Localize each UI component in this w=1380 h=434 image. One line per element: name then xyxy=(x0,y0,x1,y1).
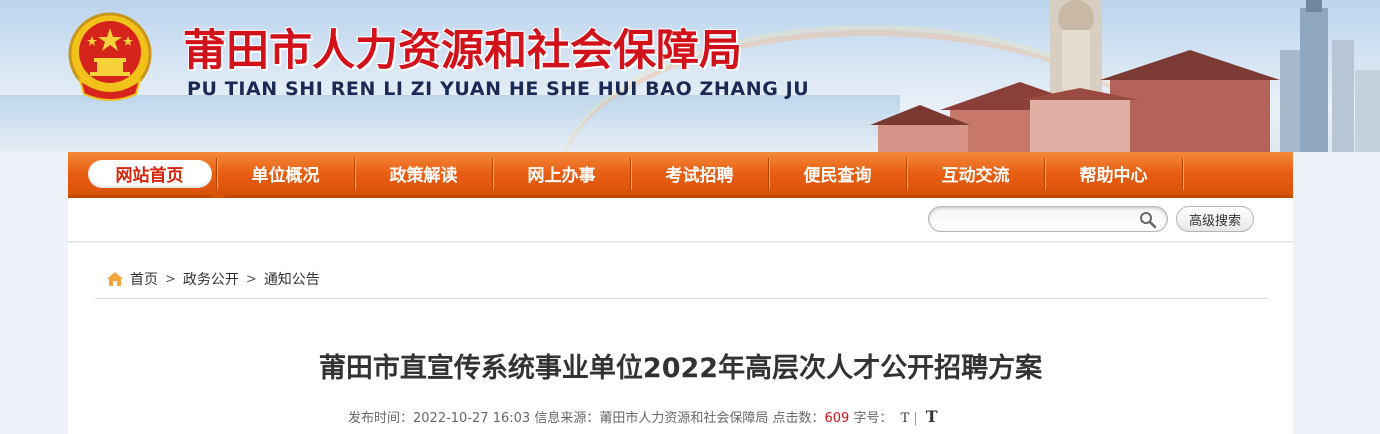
search-bar: 高级搜索 xyxy=(68,198,1293,242)
breadcrumb-home[interactable]: 首页 xyxy=(130,269,158,289)
nav-item-online-service[interactable]: 网上办事 xyxy=(493,152,630,195)
clicks-label: 点击数： xyxy=(772,411,825,426)
divider xyxy=(95,298,1267,299)
search-box xyxy=(928,206,1168,232)
source-label: 信息来源： xyxy=(534,411,600,426)
nav-item-policy[interactable]: 政策解读 xyxy=(355,152,492,195)
site-title: 莆田市人力资源和社会保障局 xyxy=(183,26,742,76)
site-pinyin: PU TIAN SHI REN LI ZI YUAN HE SHE HUI BA… xyxy=(187,78,810,100)
font-size-large-button[interactable]: T xyxy=(926,407,938,426)
nav-divider xyxy=(1182,158,1183,190)
city-landmark-illustration xyxy=(870,0,1380,152)
breadcrumb-separator: > xyxy=(165,271,176,287)
nav-item-query[interactable]: 便民查询 xyxy=(769,152,906,195)
breadcrumb: 首页 > 政务公开 > 通知公告 xyxy=(106,269,320,289)
nav-item-home[interactable]: 网站首页 xyxy=(81,152,218,195)
article-title: 莆田市直宣传系统事业单位2022年高层次人才公开招聘方案 xyxy=(318,353,1043,384)
header-banner: 莆田市人力资源和社会保障局 PU TIAN SHI REN LI ZI YUAN… xyxy=(0,0,1380,152)
publish-time-label: 发布时间： xyxy=(348,411,414,426)
click-count: 609 xyxy=(824,411,850,426)
nav-item-about[interactable]: 单位概况 xyxy=(217,152,354,195)
breadcrumb-notices[interactable]: 通知公告 xyxy=(264,269,320,289)
national-emblem-icon xyxy=(68,12,152,101)
home-icon xyxy=(107,272,123,286)
publish-time: 2022-10-27 16:03 xyxy=(413,411,531,426)
article-meta: 发布时间：2022-10-27 16:03 信息来源：莆田市人力资源和社会保障局… xyxy=(348,407,938,426)
nav-item-exam-recruit[interactable]: 考试招聘 xyxy=(631,152,768,195)
nav-item-help[interactable]: 帮助中心 xyxy=(1045,152,1182,195)
breadcrumb-separator: > xyxy=(245,271,257,287)
search-input[interactable] xyxy=(941,211,1131,229)
content-panel: 首页 > 政务公开 > 通知公告 莆田市直宣传系统事业单位2022年高层次人才公… xyxy=(68,243,1293,434)
breadcrumb-gov-affairs[interactable]: 政务公开 xyxy=(183,269,239,289)
nav-item-label: 网站首页 xyxy=(87,159,212,188)
font-size-separator: | xyxy=(913,411,918,426)
advanced-search-button[interactable]: 高级搜索 xyxy=(1176,206,1254,232)
source-value: 莆田市人力资源和社会保障局 xyxy=(599,411,769,426)
nav-item-interaction[interactable]: 互动交流 xyxy=(907,152,1044,195)
font-size-small-button[interactable]: T xyxy=(901,411,910,426)
main-nav: 网站首页 单位概况 政策解读 网上办事 考试招聘 便民查询 互动交流 帮助中心 xyxy=(68,152,1293,203)
search-icon[interactable] xyxy=(1139,211,1157,229)
font-size-label: 字号： xyxy=(853,411,893,426)
